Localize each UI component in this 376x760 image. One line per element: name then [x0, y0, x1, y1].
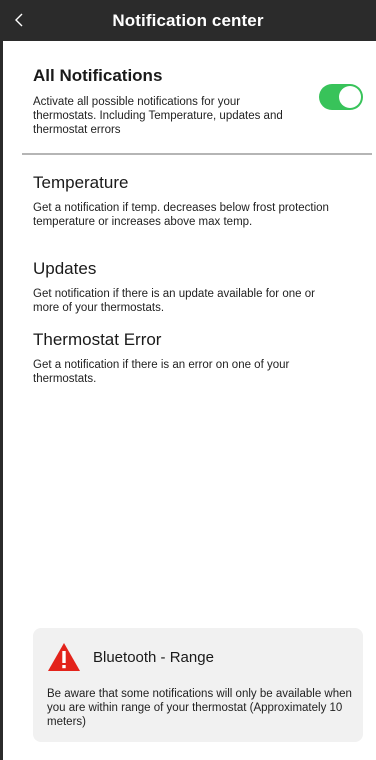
- top-bar: Notification center: [0, 0, 376, 41]
- temperature-section: Temperature Get a notification if temp. …: [33, 173, 343, 229]
- bluetooth-range-card: Bluetooth - Range Be aware that some not…: [33, 628, 363, 742]
- page-title: Notification center: [112, 10, 264, 30]
- all-notifications-title: All Notifications: [33, 66, 163, 85]
- all-notifications-description: Activate all possible notifications for …: [33, 96, 283, 136]
- info-card-description: Be aware that some notifications will on…: [47, 688, 352, 728]
- back-button[interactable]: [8, 8, 30, 32]
- section-description-updates: Get notification if there is an update a…: [33, 288, 315, 314]
- section-description-temperature: Get a notification if temp. decreases be…: [33, 202, 329, 228]
- all-notifications-section: All Notifications Activate all possible …: [33, 66, 353, 137]
- window-frame-edge: [0, 0, 3, 760]
- section-title-temperature: Temperature: [33, 173, 129, 192]
- warning-icon: [48, 643, 80, 671]
- all-notifications-toggle[interactable]: [319, 84, 363, 110]
- thermostat-error-section: Thermostat Error Get a notification if t…: [33, 330, 343, 386]
- chevron-left-icon: [15, 13, 23, 27]
- updates-section: Updates Get notification if there is an …: [33, 259, 343, 315]
- divider: [22, 153, 372, 155]
- section-title-thermostat-error: Thermostat Error: [33, 330, 162, 349]
- section-title-updates: Updates: [33, 259, 97, 278]
- section-description-thermostat-error: Get a notification if there is an error …: [33, 359, 290, 385]
- toggle-knob: [339, 86, 361, 108]
- info-card-title: Bluetooth - Range: [93, 649, 214, 666]
